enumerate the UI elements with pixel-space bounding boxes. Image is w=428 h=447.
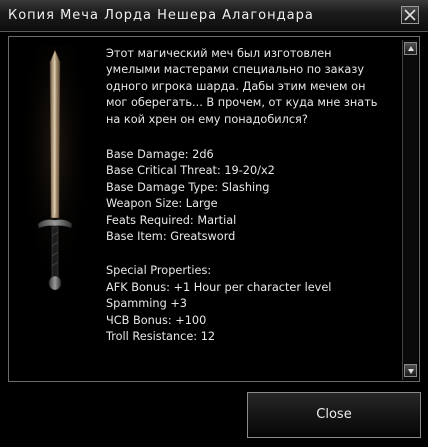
- property-line: Weapon Size: Large: [106, 197, 218, 211]
- greatsword-image: [24, 46, 86, 296]
- special-properties: Special Properties: AFK Bonus: +1 Hour p…: [106, 263, 386, 345]
- property-line: Base Damage Type: Slashing: [106, 180, 270, 194]
- property-line: Base Damage: 2d6: [106, 148, 214, 162]
- title-bar: Копия Меча Лорда Нешера Алагондара: [0, 0, 428, 32]
- item-examine-window: Копия Меча Лорда Нешера Алагондара Этот …: [0, 0, 428, 447]
- scrollbar[interactable]: [402, 40, 418, 380]
- special-property-line: ЧСВ Bonus: +100: [106, 313, 207, 327]
- arrow-down-icon[interactable]: [404, 364, 417, 377]
- item-description-area: Этот магический меч был изготовлен умелы…: [106, 46, 386, 382]
- property-line: Feats Required: Martial: [106, 213, 237, 227]
- property-line: Base Item: Greatsword: [106, 230, 236, 244]
- special-properties-header: Special Properties:: [106, 264, 212, 278]
- close-x-icon[interactable]: [401, 6, 419, 24]
- special-property-line: Spamming +3: [106, 297, 187, 311]
- arrow-up-icon[interactable]: [404, 42, 417, 55]
- item-description: Этот магический меч был изготовлен умелы…: [106, 47, 378, 126]
- item-properties: Base Damage: 2d6 Base Critical Threat: 1…: [106, 147, 386, 245]
- special-property-line: AFK Bonus: +1 Hour per character level: [106, 280, 332, 294]
- close-button[interactable]: Close: [247, 392, 421, 438]
- window-title: Копия Меча Лорда Нешера Алагондара: [8, 8, 314, 23]
- property-line: Base Critical Threat: 19-20/x2: [106, 164, 275, 178]
- special-property-line: Troll Resistance: 12: [106, 330, 216, 344]
